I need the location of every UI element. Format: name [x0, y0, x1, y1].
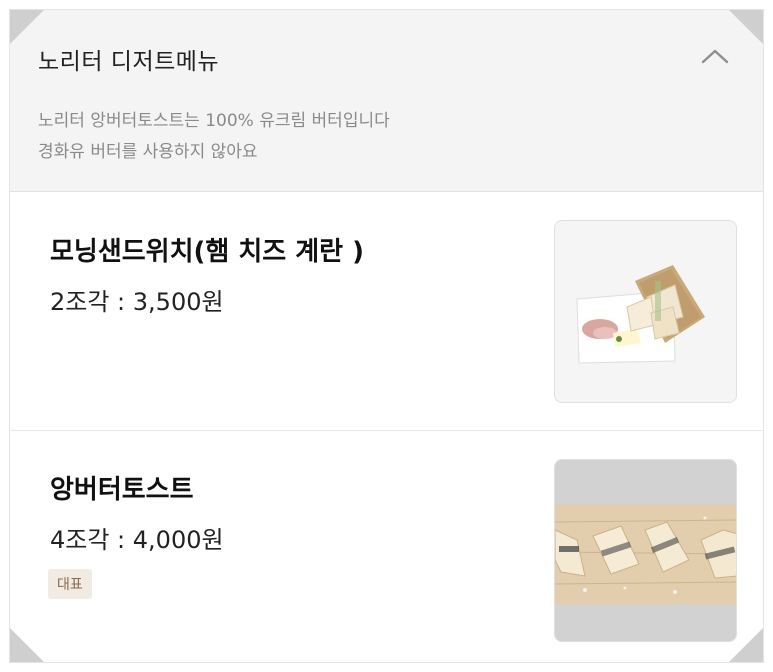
signature-badge: 대표: [48, 569, 92, 599]
menu-item-name: 앙버터토스트: [50, 475, 194, 505]
menu-item-thumbnail[interactable]: [554, 220, 737, 403]
menu-category-header[interactable]: 노리터 디저트메뉴 노리터 앙버터토스트는 100% 유크림 버터입니다 경화유…: [10, 10, 763, 192]
menu-card: 노리터 디저트메뉴 노리터 앙버터토스트는 100% 유크림 버터입니다 경화유…: [9, 9, 764, 663]
menu-item[interactable]: 앙버터토스트 4조각 : 4,000원 대표: [10, 432, 763, 662]
category-description: 노리터 앙버터토스트는 100% 유크림 버터입니다 경화유 버터를 사용하지 …: [38, 106, 390, 168]
menu-item-price: 2조각 : 3,500원: [50, 288, 224, 316]
category-title: 노리터 디저트메뉴: [38, 49, 220, 75]
menu-item[interactable]: 모닝샌드위치(햄 치즈 계란 ) 2조각 : 3,500원: [10, 193, 763, 431]
corner-fold-top-right: [729, 10, 763, 44]
description-line-1: 노리터 앙버터토스트는 100% 유크림 버터입니다: [38, 111, 390, 131]
corner-fold-top-left: [10, 10, 44, 44]
page-frame: 노리터 디저트메뉴 노리터 앙버터토스트는 100% 유크림 버터입니다 경화유…: [0, 0, 773, 672]
chevron-up-icon[interactable]: [700, 46, 730, 66]
description-line-2: 경화유 버터를 사용하지 않아요: [38, 142, 258, 162]
corner-fold-bottom-right: [729, 628, 763, 662]
menu-item-price: 4조각 : 4,000원: [50, 526, 224, 554]
menu-item-name: 모닝샌드위치(햄 치즈 계란 ): [50, 237, 365, 267]
corner-fold-bottom-left: [10, 628, 44, 662]
menu-item-thumbnail[interactable]: [554, 459, 737, 642]
